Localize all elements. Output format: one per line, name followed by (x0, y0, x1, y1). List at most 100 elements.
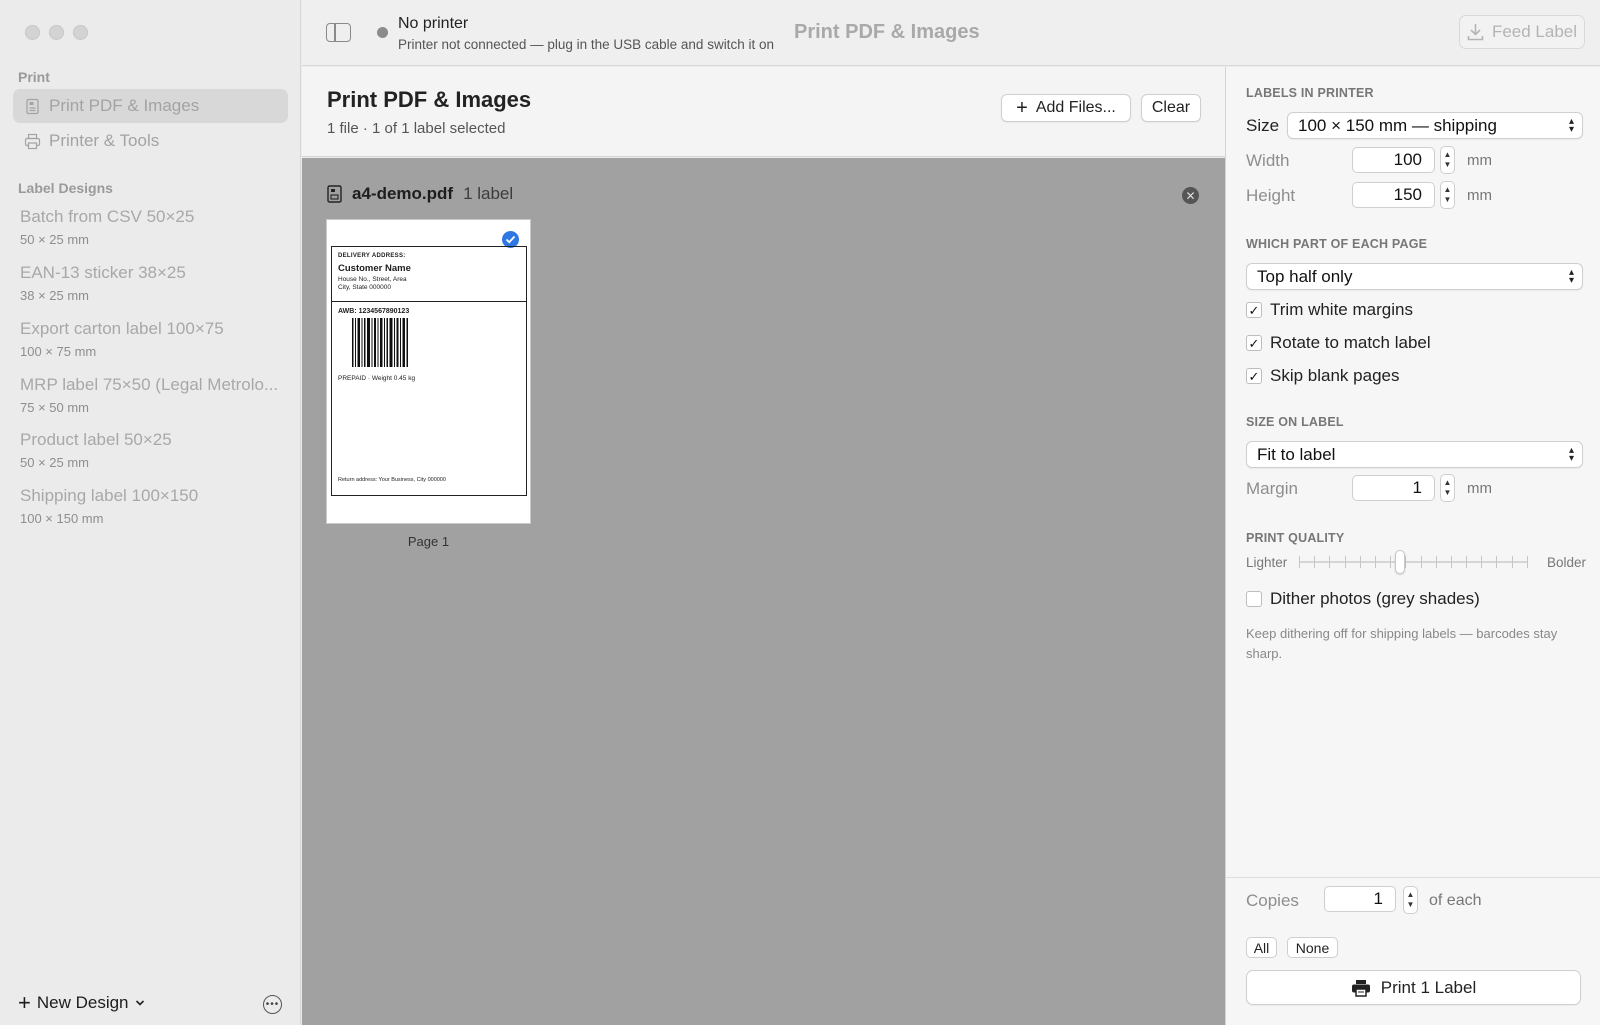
page-part-value: Top half only (1257, 266, 1353, 286)
delivery-address-block: DELIVERY ADDRESS: Customer Name House No… (332, 247, 526, 302)
file-header: a4-demo.pdf 1 label (327, 184, 513, 204)
print-quality-heading: PRINT QUALITY (1246, 531, 1345, 545)
print-button[interactable]: Print 1 Label (1246, 970, 1581, 1005)
sidebar-item-label: Printer & Tools (49, 131, 160, 150)
inspector-panel: LABELS IN PRINTER Size 100 × 150 mm — sh… (1225, 67, 1600, 1025)
skip-blank-checkbox[interactable]: ✓ Skip blank pages (1246, 366, 1399, 386)
select-all-button[interactable]: All (1246, 937, 1277, 958)
design-item[interactable]: Shipping label 100×150 100 × 150 mm (20, 486, 280, 526)
sidebar-item-printer-tools[interactable]: Printer & Tools (13, 124, 288, 158)
design-name: EAN-13 sticker 38×25 (20, 263, 186, 282)
footer-divider (1226, 877, 1600, 878)
document-icon (26, 98, 39, 114)
dither-help-text: Keep dithering off for shipping labels —… (1246, 626, 1558, 661)
select-chevron-icon: ▴ ▾ (1568, 267, 1574, 286)
return-address: Return address: Your Business, City 0000… (338, 477, 446, 483)
feed-label-text: Feed Label (1491, 22, 1578, 41)
width-stepper[interactable]: ▲ ▼ (1440, 146, 1455, 174)
design-item[interactable]: Batch from CSV 50×25 50 × 25 mm (20, 207, 280, 247)
remove-file-icon[interactable]: ✕ (1182, 187, 1199, 204)
page-thumbnail[interactable]: DELIVERY ADDRESS: Customer Name House No… (326, 219, 531, 524)
which-part-heading: WHICH PART OF EACH PAGE (1246, 237, 1428, 251)
slider-ticks (1299, 556, 1528, 568)
of-each-label: of each (1429, 892, 1482, 909)
select-chevron-icon: ▴ ▾ (1568, 445, 1574, 464)
checkmark-icon: ✓ (1246, 335, 1262, 351)
width-unit: mm (1467, 152, 1492, 169)
size-label: Size (1246, 116, 1280, 135)
file-label-count: 1 label (463, 184, 514, 203)
file-name: a4-demo.pdf (352, 184, 454, 203)
printer-status-dot (377, 27, 388, 38)
pdf-file-icon (327, 185, 342, 203)
margin-stepper[interactable]: ▲ ▼ (1440, 474, 1455, 502)
height-label: Height (1246, 186, 1296, 205)
page-number-label: Page 1 (407, 534, 450, 549)
unchecked-box (1246, 591, 1262, 607)
dither-photos-label: Dither photos (grey shades) (1270, 589, 1480, 608)
add-files-label: Add Files... (1035, 99, 1116, 116)
zoom-window-button[interactable] (73, 25, 88, 40)
close-window-button[interactable] (25, 25, 40, 40)
design-item[interactable]: Product label 50×25 50 × 25 mm (20, 430, 280, 470)
print-quality-slider[interactable]: Lighter Bolder (1246, 550, 1586, 574)
sidebar-item-print-pdf-images[interactable]: Print PDF & Images (13, 89, 288, 123)
checkmark-icon: ✓ (1246, 302, 1262, 318)
dither-photos-checkbox[interactable]: Dither photos (grey shades) (1246, 589, 1480, 609)
height-unit: mm (1467, 187, 1492, 204)
design-size: 50 × 25 mm (20, 455, 90, 470)
design-size: 75 × 50 mm (20, 400, 90, 415)
margin-label: Margin (1246, 479, 1298, 498)
page-title: Print PDF & Images (327, 87, 532, 112)
toolbar: No printer Printer not connected — plug … (302, 0, 1600, 66)
select-none-button[interactable]: None (1287, 937, 1338, 958)
trim-margins-checkbox[interactable]: ✓ Trim white margins (1246, 300, 1413, 320)
printer-icon (24, 133, 41, 149)
design-item[interactable]: Export carton label 100×75 100 × 75 mm (20, 319, 280, 359)
label-size-value: 100 × 150 mm — shipping (1298, 115, 1497, 135)
slider-knob[interactable] (1394, 550, 1405, 574)
height-input[interactable]: 150 (1352, 182, 1435, 208)
print-button-label: Print 1 Label (1380, 977, 1477, 997)
design-name: MRP label 75×50 (Legal Metrolo... (20, 375, 279, 394)
label-size-select[interactable]: 100 × 150 mm — shipping ▴ ▾ (1287, 112, 1583, 139)
feed-label-button[interactable]: Feed Label (1459, 15, 1585, 49)
label-preview: DELIVERY ADDRESS: Customer Name House No… (331, 246, 527, 496)
height-stepper[interactable]: ▲ ▼ (1440, 181, 1455, 209)
new-design-button[interactable]: + New Design (18, 992, 145, 1014)
fit-mode-select[interactable]: Fit to label ▴ ▾ (1246, 441, 1583, 468)
fit-mode-value: Fit to label (1257, 444, 1336, 464)
skip-blank-label: Skip blank pages (1270, 366, 1400, 385)
minimize-window-button[interactable] (49, 25, 64, 40)
design-name: Export carton label 100×75 (20, 319, 224, 338)
rotate-label-checkbox[interactable]: ✓ Rotate to match label (1246, 333, 1431, 353)
window-controls (25, 25, 88, 40)
margin-input[interactable]: 1 (1352, 475, 1435, 501)
bolder-label: Bolder (1546, 555, 1586, 570)
page-part-select[interactable]: Top half only ▴ ▾ (1246, 263, 1583, 290)
width-input[interactable]: 100 (1352, 147, 1435, 173)
address-line: City, State 000000 (338, 284, 391, 291)
more-options-icon[interactable]: ••• (263, 995, 282, 1014)
design-item[interactable]: EAN-13 sticker 38×25 38 × 25 mm (20, 263, 280, 303)
printer-status-subtitle: Printer not connected — plug in the USB … (398, 37, 774, 52)
margin-unit: mm (1467, 480, 1492, 497)
clear-button[interactable]: Clear (1141, 94, 1201, 122)
copies-input[interactable]: 1 (1324, 886, 1396, 912)
lighter-label: Lighter (1246, 555, 1288, 570)
copies-label: Copies (1246, 891, 1299, 910)
clear-label: Clear (1151, 99, 1191, 116)
design-name: Batch from CSV 50×25 (20, 207, 195, 226)
barcode-image (352, 318, 408, 367)
design-size: 100 × 75 mm (20, 344, 97, 359)
print-section-heading: Print (18, 69, 50, 85)
design-item[interactable]: MRP label 75×50 (Legal Metrolo... 75 × 5… (20, 375, 280, 415)
design-size: 50 × 25 mm (20, 232, 90, 247)
size-on-label-heading: SIZE ON LABEL (1246, 415, 1344, 429)
sidebar-toggle-icon[interactable] (326, 23, 351, 42)
add-files-button[interactable]: + Add Files... (1001, 94, 1131, 122)
copies-stepper[interactable]: ▲ ▼ (1403, 886, 1418, 914)
download-icon (1467, 24, 1484, 41)
address-line: House No., Street, Area (338, 276, 407, 283)
delivery-heading: DELIVERY ADDRESS: (338, 253, 406, 259)
